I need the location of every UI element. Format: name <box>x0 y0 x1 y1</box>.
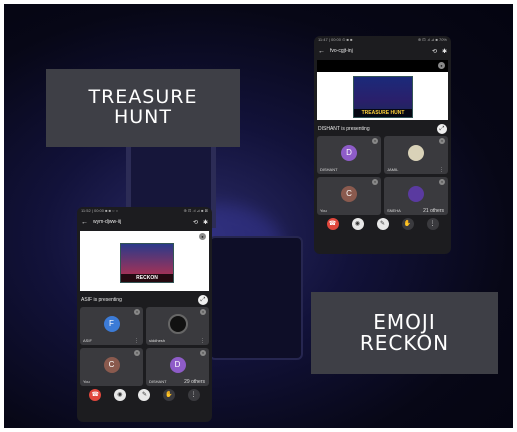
switch-camera-icon[interactable]: ⟲ <box>193 219 198 226</box>
poster-title: RECKON <box>121 274 173 282</box>
pin-icon[interactable]: ● <box>438 62 445 69</box>
presenting-label: DISHANT is presenting <box>318 126 370 132</box>
caption-line-2: HUNT <box>113 106 172 128</box>
presenting-bar: ASIF is presenting ⤢ <box>77 293 212 307</box>
presenting-bar: DISHANT is presenting ⤢ <box>314 122 451 136</box>
presentation-header <box>317 60 448 72</box>
bluetooth-icon[interactable]: ✱ <box>442 48 447 55</box>
call-controls: ☎ ◉ ✎ ✋ ⋮ <box>77 386 212 404</box>
caption-emoji-reckon: EMOJI RECKON <box>311 292 498 374</box>
screenshot-canvas: TREASURE HUNT EMOJI RECKON 11:47 | 00:00… <box>0 0 517 432</box>
more-options-icon[interactable]: ⋮ <box>134 338 139 344</box>
switch-camera-icon[interactable]: ⟲ <box>432 48 437 55</box>
participant-name: siddhesh <box>149 338 166 343</box>
mic-muted-icon: ✕ <box>134 309 140 315</box>
phone-screenshot-treasure-hunt: 11:47 | 00:00 ⊙ ■ ■ ⊕ ⊡ .ıl ⊿ ■ 70% ← fv… <box>314 36 451 254</box>
participant-tile[interactable]: ✕ JAMIL ⋮ <box>384 136 448 174</box>
more-options-icon[interactable]: ⋮ <box>439 167 444 173</box>
avatar: F <box>103 316 120 333</box>
participant-grid: ✕ D DISHANT ✕ JAMIL ⋮ ✕ C You ✕ SNEHA 21… <box>314 136 451 215</box>
caption-line-1: TREASURE <box>88 86 198 109</box>
participant-tile[interactable]: ✕ F ASIF ⋮ <box>80 307 143 345</box>
participant-name: ASIF <box>83 338 92 343</box>
status-bar: 11:47 | 00:00 ⊙ ■ ■ ⊕ ⊡ .ıl ⊿ ■ 70% <box>314 36 451 44</box>
participant-grid: ✕ F ASIF ⋮ ✕ siddhesh ⋮ ✕ C You ✕ D DISH… <box>77 307 212 386</box>
mic-muted-icon: ✕ <box>439 179 445 185</box>
poster-title: TREASURE HUNT <box>354 109 412 117</box>
avatar: C <box>341 186 357 203</box>
avatar-photo <box>408 186 424 203</box>
presentation-area[interactable]: ● RECKON <box>80 231 209 291</box>
raise-hand-button[interactable]: ✋ <box>401 218 414 230</box>
mic-muted-icon: ✕ <box>200 309 206 315</box>
others-count[interactable]: 29 others <box>184 379 205 385</box>
meeting-code[interactable]: fvo-cgjt-inj <box>330 48 427 54</box>
call-controls: ☎ ◉ ✎ ✋ ⋮ <box>314 215 451 233</box>
end-call-button[interactable]: ☎ <box>326 218 339 230</box>
more-options-button[interactable]: ⋮ <box>426 218 439 230</box>
camera-off-button[interactable]: ◉ <box>113 389 126 401</box>
participant-name: You <box>320 208 327 213</box>
end-call-button[interactable]: ☎ <box>89 389 102 401</box>
avatar-photo <box>167 314 188 335</box>
meeting-toolbar: ← wym-djww-iij ⟲ ✱ <box>77 215 212 229</box>
caption-treasure-hunt: TREASURE HUNT <box>46 69 240 147</box>
pin-icon[interactable]: ● <box>199 233 206 240</box>
participant-name: DISHANT <box>320 167 338 172</box>
participant-name: DISHANT <box>149 379 167 384</box>
status-left: 11:52 | 00:00 ■ ■ ○ ○ <box>81 208 119 213</box>
participant-tile[interactable]: ✕ SNEHA 21 others <box>384 177 448 215</box>
participant-name: You <box>83 379 90 384</box>
mic-muted-icon: ✕ <box>372 179 378 185</box>
status-right: ⊕ ⊡ .ıl ⊿ ■ 70% <box>417 37 447 42</box>
presentation-area[interactable]: ● TREASURE HUNT <box>317 60 448 120</box>
status-right: ⊕ ⊡ .ıl ⊿ ■ ⊠ <box>183 208 209 213</box>
participant-tile[interactable]: ✕ siddhesh ⋮ <box>146 307 209 345</box>
participant-tile[interactable]: ✕ C You <box>80 348 143 386</box>
mic-off-button[interactable]: ✎ <box>138 389 151 401</box>
more-options-button[interactable]: ⋮ <box>187 389 200 401</box>
avatar: D <box>169 357 186 374</box>
more-options-icon[interactable]: ⋮ <box>200 338 205 344</box>
mic-muted-icon: ✕ <box>200 350 206 356</box>
back-arrow-icon[interactable]: ← <box>318 48 325 55</box>
fullscreen-icon[interactable]: ⤢ <box>437 124 447 134</box>
avatar-photo <box>408 145 424 162</box>
back-arrow-icon[interactable]: ← <box>81 219 88 226</box>
presenting-label: ASIF is presenting <box>81 297 122 303</box>
fullscreen-icon[interactable]: ⤢ <box>198 295 208 305</box>
bluetooth-icon[interactable]: ✱ <box>203 219 208 226</box>
meeting-code[interactable]: wym-djww-iij <box>93 219 188 225</box>
emoji-reckon-poster: RECKON <box>120 243 174 283</box>
caption-line-2: RECKON <box>359 331 450 355</box>
participant-tile[interactable]: ✕ D DISHANT <box>317 136 381 174</box>
participant-name: SNEHA <box>387 208 401 213</box>
status-bar: 11:52 | 00:00 ■ ■ ○ ○ ⊕ ⊡ .ıl ⊿ ■ ⊠ <box>77 207 212 215</box>
status-left: 11:47 | 00:00 ⊙ ■ ■ <box>318 37 353 42</box>
participant-tile[interactable]: ✕ C You <box>317 177 381 215</box>
participant-tile[interactable]: ✕ D DISHANT 29 others <box>146 348 209 386</box>
camera-off-button[interactable]: ◉ <box>351 218 364 230</box>
mic-muted-icon: ✕ <box>134 350 140 356</box>
avatar: D <box>341 145 357 162</box>
participant-name: JAMIL <box>387 167 399 172</box>
avatar: C <box>103 357 120 374</box>
phone-screenshot-emoji-reckon: 11:52 | 00:00 ■ ■ ○ ○ ⊕ ⊡ .ıl ⊿ ■ ⊠ ← wy… <box>77 207 212 422</box>
mic-off-button[interactable]: ✎ <box>376 218 389 230</box>
meeting-toolbar: ← fvo-cgjt-inj ⟲ ✱ <box>314 44 451 58</box>
treasure-hunt-poster: TREASURE HUNT <box>353 76 413 118</box>
mic-muted-icon: ✕ <box>439 138 445 144</box>
mic-muted-icon: ✕ <box>372 138 378 144</box>
raise-hand-button[interactable]: ✋ <box>163 389 176 401</box>
others-count[interactable]: 21 others <box>423 208 444 214</box>
backpack-silhouette <box>209 236 303 360</box>
caption-line-1: EMOJI <box>373 310 436 334</box>
